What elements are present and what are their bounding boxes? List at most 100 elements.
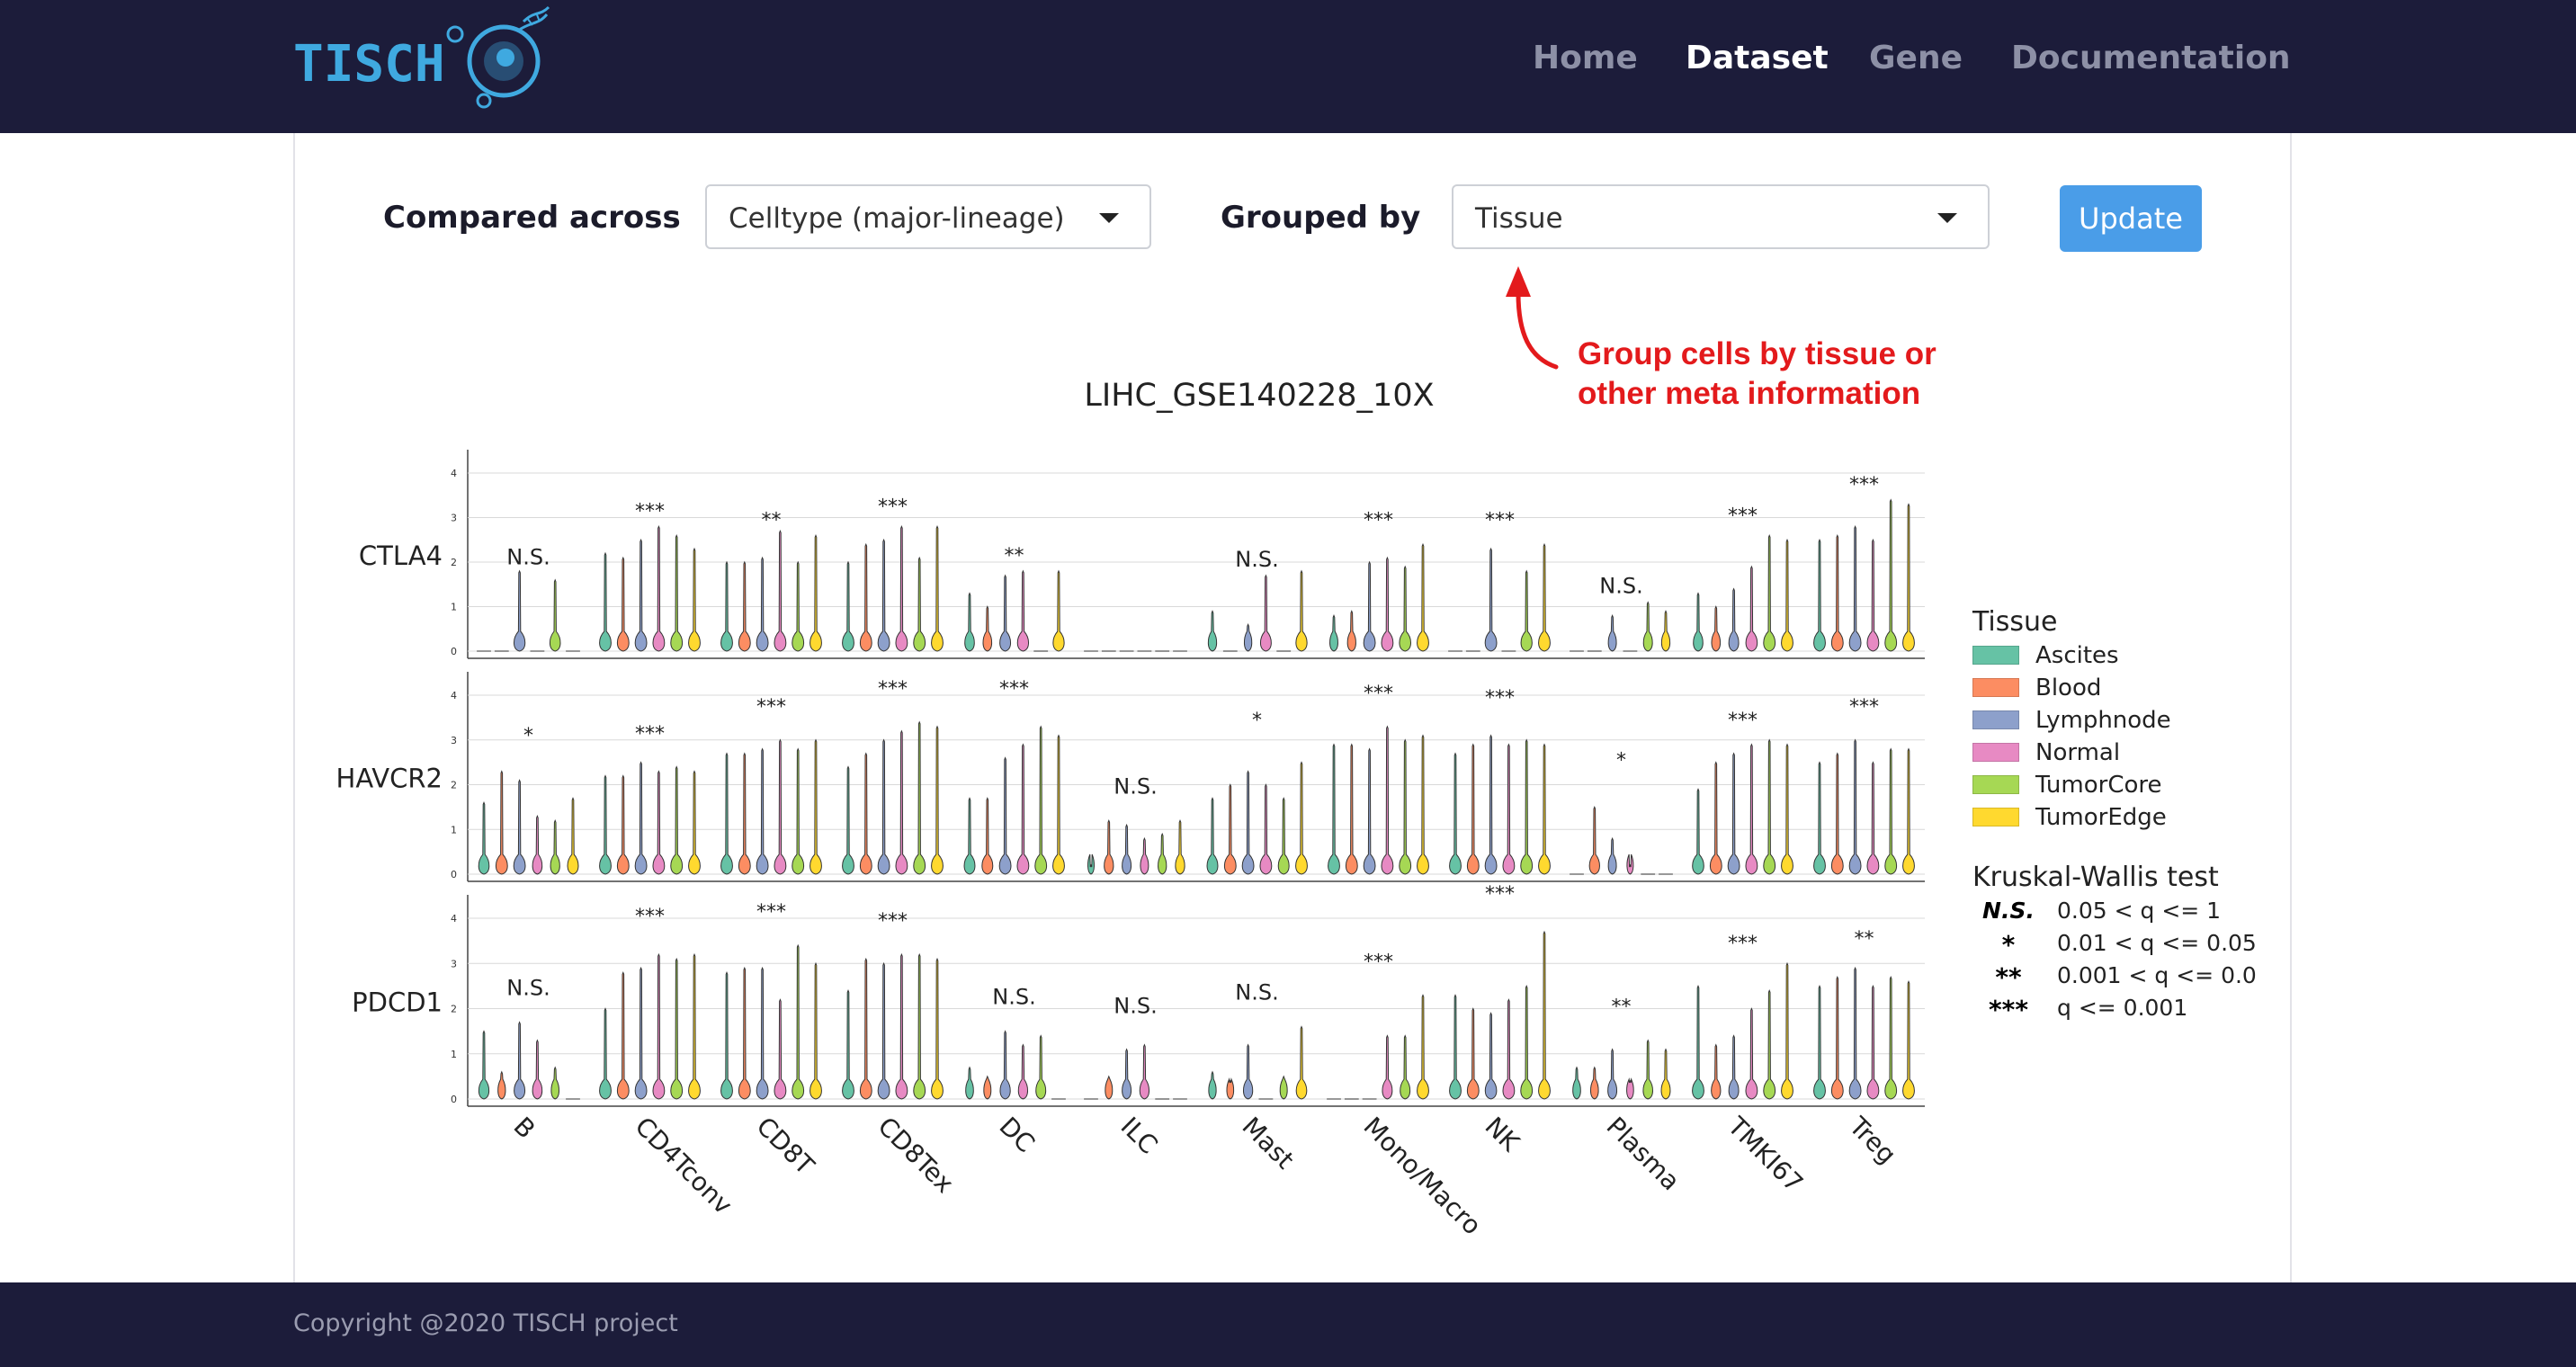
violin — [931, 525, 944, 652]
significance-label: *** — [635, 906, 665, 928]
gene-label: CTLA4 — [359, 541, 443, 571]
violin — [756, 556, 769, 652]
violin — [1449, 994, 1462, 1100]
violin — [1105, 1075, 1114, 1100]
significance-label: *** — [1485, 687, 1515, 710]
violin — [1884, 498, 1898, 652]
violin — [877, 961, 890, 1100]
test-legend-symbol: *** — [1989, 995, 2028, 1024]
x-tick-label: CD8Tex — [872, 1112, 960, 1199]
significance-label: *** — [1728, 933, 1758, 955]
significance-label: * — [523, 725, 533, 747]
violin — [1363, 747, 1376, 875]
x-tick-label: ILC — [1115, 1112, 1164, 1160]
violin — [982, 605, 993, 652]
violin — [1727, 752, 1740, 875]
significance-label: ** — [762, 509, 782, 532]
grouped-by-select[interactable]: Tissue — [1452, 184, 1990, 249]
violin — [1745, 565, 1758, 652]
violin — [842, 989, 854, 1100]
violin — [1175, 818, 1185, 875]
violin — [756, 747, 769, 875]
nav-gene[interactable]: Gene — [1869, 40, 1963, 76]
violin — [670, 533, 684, 652]
grouped-by-label: Grouped by — [1221, 200, 1421, 236]
legend-label: TumorCore — [2035, 772, 2162, 799]
significance-label: N.S. — [1235, 547, 1278, 572]
violin — [652, 525, 666, 652]
violin — [1449, 752, 1462, 875]
violin — [1400, 1034, 1411, 1100]
violin — [1139, 1043, 1150, 1100]
violin — [513, 569, 526, 652]
violin — [1520, 985, 1534, 1100]
violin — [1259, 574, 1272, 652]
violin — [965, 1066, 974, 1100]
violin — [842, 765, 854, 875]
update-button[interactable]: Update — [2060, 185, 2202, 252]
y-tick-label: 0 — [451, 1094, 457, 1105]
chart-title: LIHC_GSE140228_10X — [1084, 378, 1435, 414]
violin — [1538, 542, 1551, 652]
violin — [1520, 569, 1533, 652]
violin — [998, 756, 1012, 875]
x-tick-label: NK — [1480, 1112, 1526, 1158]
violin — [532, 1039, 543, 1100]
violin — [1052, 569, 1065, 652]
violin — [1466, 743, 1480, 875]
violin — [1902, 503, 1915, 652]
violin — [514, 1021, 526, 1100]
violin — [1345, 743, 1358, 875]
violin-chart: 01234CTLA4 N.S.*** ******* N.S.*** ***N.S.**… — [336, 450, 1925, 1241]
violin — [1035, 1034, 1047, 1100]
significance-label: *** — [1849, 696, 1879, 719]
legend-swatch — [1972, 808, 2019, 826]
violin — [1346, 610, 1356, 652]
violin — [478, 1030, 490, 1100]
violin — [1830, 752, 1844, 875]
nav-dataset[interactable]: Dataset — [1686, 40, 1829, 76]
violin — [1709, 761, 1722, 875]
footer: Copyright @2020 TISCH project — [0, 1282, 2576, 1367]
violin — [1122, 823, 1132, 875]
violin — [1607, 1048, 1618, 1100]
violin — [1830, 533, 1844, 652]
legend-swatch — [1972, 678, 2019, 697]
violin — [1277, 797, 1290, 875]
violin — [1207, 610, 1218, 652]
violin — [495, 770, 508, 875]
significance-label: *** — [1364, 683, 1393, 705]
significance-label: *** — [1364, 951, 1393, 973]
legend-swatch — [1972, 646, 2019, 665]
significance-label: N.S. — [506, 975, 550, 1000]
significance-label: ** — [1855, 928, 1874, 951]
violin — [931, 957, 944, 1100]
y-tick-label: 3 — [451, 958, 457, 969]
violin — [634, 966, 648, 1100]
x-tick-label: Mono/Macro — [1358, 1112, 1488, 1241]
violin — [1279, 1075, 1288, 1100]
nav-home[interactable]: Home — [1533, 40, 1638, 76]
violin — [616, 970, 630, 1100]
violin — [550, 818, 560, 875]
violin — [774, 738, 787, 875]
violin — [652, 770, 666, 875]
violin — [1813, 761, 1826, 875]
violin — [1902, 747, 1915, 875]
test-legend-symbol: ** — [1995, 962, 2022, 992]
tisch-logo[interactable]: TISCH — [291, 4, 552, 115]
violin — [670, 765, 684, 875]
legend-label: TumorEdge — [2035, 804, 2167, 831]
legend-label: Lymphnode — [2035, 707, 2171, 734]
significance-label: N.S. — [1599, 574, 1642, 599]
violin — [616, 556, 630, 652]
legend-swatch — [1972, 710, 2019, 729]
significance-label: ** — [1005, 545, 1024, 567]
legend-title: Tissue — [1972, 606, 2058, 638]
annotation-text: Group cells by tissue or other meta info… — [1578, 336, 1936, 411]
test-legend-text: 0.01 < q <= 0.05 — [2057, 930, 2257, 956]
violin — [1122, 1048, 1132, 1100]
compared-across-select[interactable]: Celltype (major-lineage) — [705, 184, 1151, 249]
violin — [792, 747, 805, 875]
nav-documentation[interactable]: Documentation — [2011, 40, 2291, 76]
